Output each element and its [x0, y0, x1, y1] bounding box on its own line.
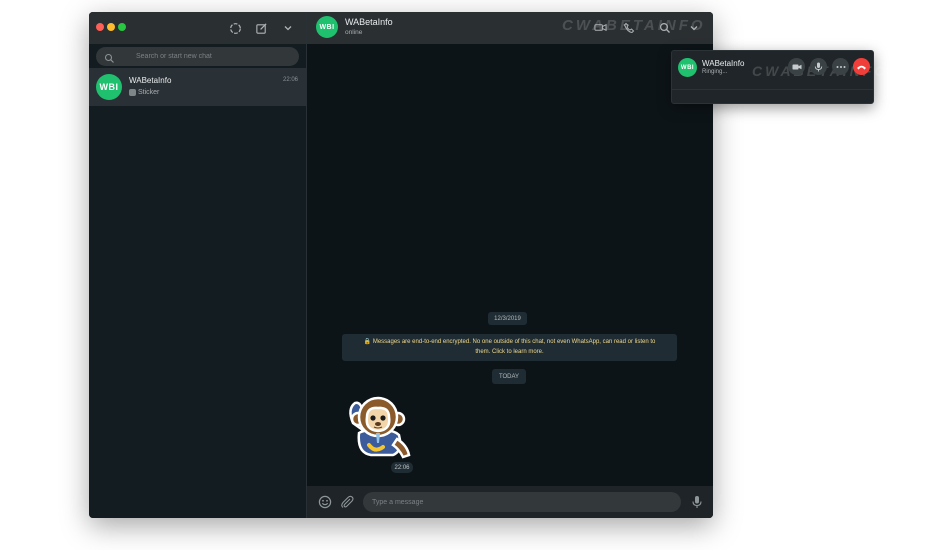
chat-header: WBI WABetaInfo online CWABETAINFO [307, 12, 713, 44]
contact-name[interactable]: WABetaInfo [345, 17, 393, 27]
microphone-icon[interactable] [690, 495, 704, 509]
emoji-icon[interactable] [318, 495, 332, 509]
close-window-button[interactable] [96, 23, 104, 31]
search-input[interactable] [136, 53, 286, 60]
voice-call-icon[interactable] [621, 20, 636, 35]
minimize-window-button[interactable] [107, 23, 115, 31]
sticker-icon [129, 89, 136, 96]
message-input[interactable] [363, 492, 681, 512]
search-box[interactable] [96, 47, 299, 66]
encryption-text-1: Messages are end-to-end encrypted. No on… [372, 339, 656, 345]
more-icon[interactable] [832, 58, 849, 75]
popup-divider [672, 89, 873, 90]
video-call-icon[interactable] [593, 20, 608, 35]
search-icon [104, 51, 115, 63]
search-bar [89, 44, 306, 70]
search-icon[interactable] [657, 20, 672, 35]
sidebar: WBI WABetaInfo 22:06 Sticker [89, 12, 307, 518]
chat-panel: WBI WABetaInfo online CWABETAINFO 12/3/2… [307, 12, 713, 518]
today-separator: TODAY [492, 369, 526, 384]
last-message-text: Sticker [138, 89, 160, 96]
end-call-icon[interactable] [853, 58, 870, 75]
lock-icon: 🔒 [363, 339, 372, 345]
menu-chevron-icon[interactable] [686, 20, 701, 35]
status-icon[interactable] [227, 20, 243, 36]
sticker-time: 22:06 [391, 462, 413, 473]
monkey-sticker[interactable] [343, 393, 413, 463]
incoming-call-popup: WBI WABetaInfo Ringing... CWABETAINFO [671, 50, 885, 104]
caller-name: WABetaInfo [702, 59, 745, 68]
app-window: WBI WABetaInfo 22:06 Sticker WBI WABetaI… [89, 12, 713, 518]
encryption-notice[interactable]: 🔒 Messages are end-to-end encrypted. No … [342, 334, 677, 361]
call-status: Ringing... [702, 69, 728, 75]
chat-time: 22:06 [282, 77, 298, 83]
maximize-window-button[interactable] [118, 23, 126, 31]
contact-avatar[interactable]: WBI [316, 16, 338, 38]
contact-status: online [345, 29, 363, 36]
avatar: WBI [96, 74, 122, 100]
encryption-notice-line-1: 🔒 Messages are end-to-end encrypted. No … [342, 337, 677, 347]
chat-list-item[interactable]: WBI WABetaInfo 22:06 Sticker [89, 68, 306, 106]
caller-avatar: WBI [678, 58, 697, 77]
sidebar-header [89, 12, 306, 44]
encryption-notice-line-2: them. Click to learn more. [475, 349, 544, 355]
chat-name: WABetaInfo [129, 76, 172, 85]
mute-icon[interactable] [810, 58, 827, 75]
date-separator: 12/3/2019 [488, 312, 527, 325]
menu-chevron-icon[interactable] [280, 20, 296, 36]
video-icon[interactable] [788, 58, 805, 75]
composer-bar [307, 486, 713, 518]
chat-last-message: Sticker [129, 89, 159, 96]
attach-icon[interactable] [340, 495, 354, 509]
new-chat-icon[interactable] [253, 20, 269, 36]
